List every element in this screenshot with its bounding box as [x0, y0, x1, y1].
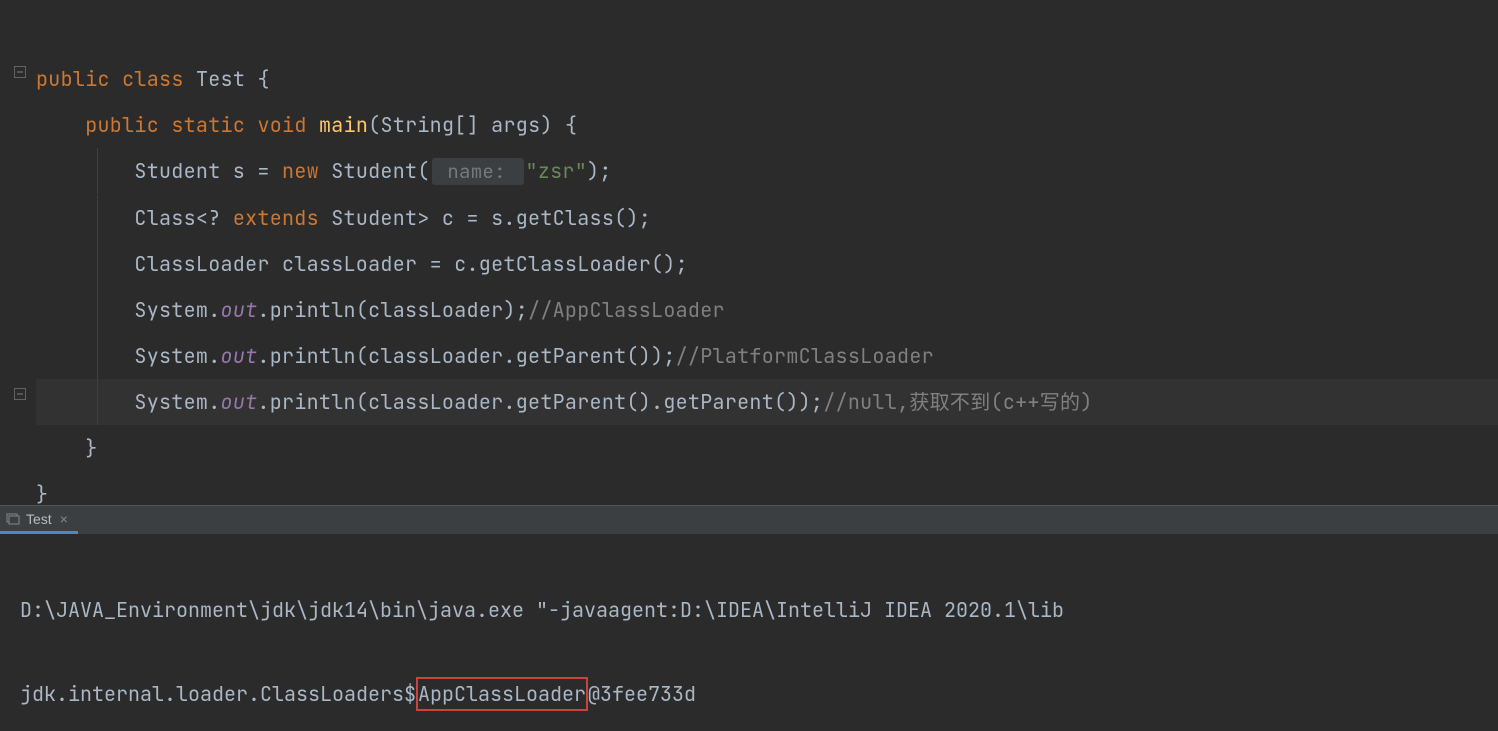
fold-minus-icon[interactable]	[14, 66, 26, 78]
code-line[interactable]: Class<? extends Student> c = s.getClass(…	[36, 205, 651, 231]
code-text: .println(classLoader.getParent());	[257, 343, 675, 369]
brace: {	[245, 66, 270, 92]
code-content[interactable]: public class Test { public static void m…	[0, 0, 1498, 505]
code-editor[interactable]: public class Test { public static void m…	[0, 0, 1498, 505]
comment: //null,获取不到(c++写的)	[823, 389, 1092, 415]
code-text: System.	[134, 343, 220, 369]
parameter-hint: name:	[432, 158, 524, 185]
run-tab-label: Test	[26, 511, 52, 527]
static-field: out	[221, 343, 258, 369]
code-line[interactable]: ClassLoader classLoader = c.getClassLoad…	[36, 251, 688, 277]
close-icon[interactable]: ×	[60, 511, 68, 527]
code-line[interactable]: }	[36, 435, 98, 461]
code-line-current[interactable]: System.out.println(classLoader.getParent…	[36, 379, 1498, 425]
code-text: .println(classLoader.getParent().getPare…	[257, 389, 823, 415]
code-text: );	[587, 158, 612, 184]
console-text: @3fee733d	[588, 681, 696, 707]
code-text: Student> c = s.getClass();	[319, 205, 651, 231]
run-config-icon	[6, 512, 20, 526]
console-text: jdk.internal.loader.ClassLoaders$	[20, 681, 416, 707]
static-field: out	[221, 389, 258, 415]
fold-end-icon[interactable]	[14, 388, 26, 400]
run-tab-test[interactable]: Test ×	[0, 506, 78, 534]
comment: //AppClassLoader	[528, 297, 725, 323]
keyword: public	[36, 66, 110, 92]
code-text: System.	[134, 297, 220, 323]
editor-gutter	[0, 0, 36, 505]
console-line: D:\JAVA_Environment\jdk\jdk14\bin\java.e…	[20, 589, 1498, 631]
string-literal: "zsr"	[526, 158, 588, 184]
code-line[interactable]: public static void main(String[] args) {	[36, 112, 577, 138]
code-line[interactable]: public class Test {	[36, 66, 270, 92]
console-output[interactable]: D:\JAVA_Environment\jdk\jdk14\bin\java.e…	[0, 535, 1498, 731]
code-line[interactable]: System.out.println(classLoader);//AppCla…	[36, 297, 725, 323]
class-name: Test	[196, 66, 245, 92]
code-text: ClassLoader classLoader = c.getClassLoad…	[134, 251, 688, 277]
console-text: D:\JAVA_Environment\jdk\jdk14\bin\java.e…	[20, 597, 1064, 623]
comment: //PlatformClassLoader	[676, 343, 934, 369]
console-line: jdk.internal.loader.ClassLoaders$AppClas…	[20, 673, 1498, 715]
brace: }	[36, 481, 48, 505]
keyword: public	[85, 112, 159, 138]
static-field: out	[221, 297, 258, 323]
code-text: .println(classLoader);	[257, 297, 528, 323]
method-name: main	[319, 112, 368, 138]
keyword: void	[257, 112, 306, 138]
code-line[interactable]: Student s = new Student( name: "zsr");	[36, 158, 612, 184]
code-text: System.	[134, 389, 220, 415]
code-text: Student s =	[134, 158, 282, 184]
keyword: class	[122, 66, 184, 92]
keyword: new	[282, 158, 319, 184]
params: (String[] args) {	[368, 112, 577, 138]
code-text: Student(	[319, 158, 430, 184]
keyword: extends	[233, 205, 319, 231]
highlight-box: AppClassLoader	[416, 677, 588, 711]
run-tab-bar: Test ×	[0, 505, 1498, 535]
code-line[interactable]: System.out.println(classLoader.getParent…	[36, 343, 934, 369]
code-text: Class<?	[134, 205, 232, 231]
code-line[interactable]: }	[36, 481, 48, 505]
keyword: static	[171, 112, 245, 138]
brace: }	[85, 435, 97, 461]
